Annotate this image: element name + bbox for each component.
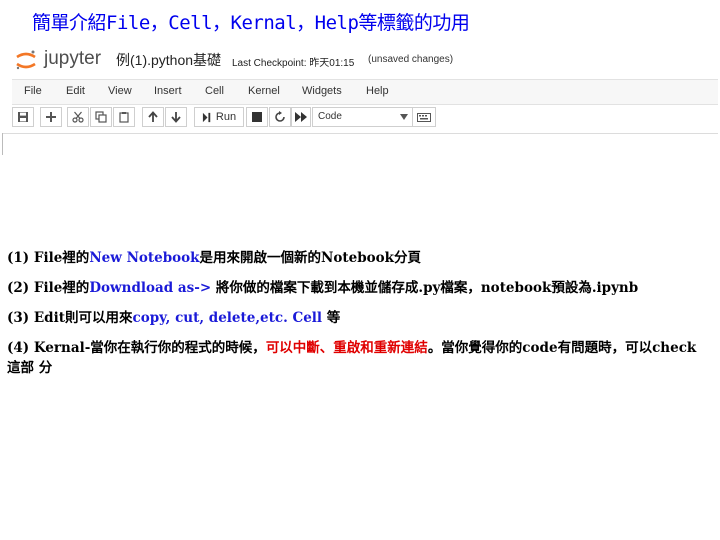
copy-icon bbox=[95, 111, 107, 123]
arrow-down-icon bbox=[171, 112, 181, 123]
paragraph-2-segment-3: 將你做的檔案下載到本機並儲存成.py檔案，notebook預設為.ipynb bbox=[211, 280, 639, 296]
plus-icon bbox=[46, 112, 56, 122]
keyboard-icon bbox=[417, 112, 431, 122]
jupyter-wordmark: jupyter bbox=[44, 48, 102, 69]
slide-title: 簡單介紹File，Cell，Kernal，Help等標籤的功用 bbox=[32, 12, 470, 34]
paragraph-2-segment-1: (2) File裡的 bbox=[7, 280, 90, 296]
run-all-button[interactable] bbox=[291, 107, 311, 127]
menu-insert[interactable]: Insert bbox=[154, 85, 182, 97]
paragraph-1-segment-3: 是用來開啟一個新的Notebook分頁 bbox=[199, 250, 422, 266]
paragraph-2: (2) File裡的Downdload as-> 將你做的檔案下載到本機並儲存成… bbox=[7, 278, 697, 298]
restart-icon bbox=[275, 111, 285, 122]
copy-button[interactable] bbox=[90, 107, 112, 127]
move-up-button[interactable] bbox=[142, 107, 164, 127]
notebook-divider bbox=[2, 133, 718, 134]
paragraph-4-segment-1: (4) Kernal-當你在執行你的程式的時候， bbox=[7, 340, 266, 356]
unsaved-status: (unsaved changes) bbox=[368, 54, 454, 65]
command-palette-button[interactable] bbox=[412, 107, 436, 127]
paragraph-3-segment-1: (3) Edit則可以用來 bbox=[7, 310, 133, 326]
menu-widgets[interactable]: Widgets bbox=[302, 85, 342, 97]
cell-type-value: Code bbox=[318, 111, 342, 122]
cut-icon bbox=[72, 111, 84, 123]
paragraph-3: (3) Edit則可以用來copy, cut, delete,etc. Cell… bbox=[7, 308, 697, 328]
move-down-button[interactable] bbox=[165, 107, 187, 127]
paragraph-1-segment-2: New Notebook bbox=[89, 250, 200, 266]
save-button[interactable] bbox=[12, 107, 34, 127]
menu-cell[interactable]: Cell bbox=[205, 85, 224, 97]
notebook-cell-edge bbox=[2, 133, 3, 155]
interrupt-button[interactable] bbox=[246, 107, 268, 127]
paragraph-3-segment-3: 等 bbox=[322, 310, 341, 326]
chevron-down-icon bbox=[400, 114, 408, 120]
menu-file[interactable]: File bbox=[24, 85, 42, 97]
cell-type-select[interactable]: Code bbox=[312, 107, 414, 127]
menu-bar: File Edit View Insert Cell Kernel Widget… bbox=[12, 79, 718, 105]
paste-icon bbox=[119, 112, 129, 123]
paragraph-4: (4) Kernal-當你在執行你的程式的時候，可以中斷、重啟和重新連結。當你覺… bbox=[7, 338, 697, 378]
run-icon bbox=[202, 112, 211, 122]
toolbar: Run Code bbox=[12, 105, 718, 131]
stop-icon bbox=[252, 112, 262, 122]
notebook-name[interactable]: 例(1).python基礎 bbox=[116, 50, 221, 70]
run-button[interactable]: Run bbox=[194, 107, 244, 127]
run-label: Run bbox=[215, 111, 237, 123]
restart-button[interactable] bbox=[269, 107, 291, 127]
menu-edit[interactable]: Edit bbox=[66, 85, 85, 97]
explanation-content: (1) File裡的New Notebook是用來開啟一個新的Notebook分… bbox=[7, 248, 697, 388]
paragraph-3-segment-2: copy, cut, delete,etc. Cell bbox=[132, 310, 323, 326]
paste-button[interactable] bbox=[113, 107, 135, 127]
paragraph-2-segment-2: Downdload as-> bbox=[89, 280, 212, 296]
jupyter-logo-icon[interactable] bbox=[14, 48, 38, 72]
menu-kernel[interactable]: Kernel bbox=[248, 85, 280, 97]
menu-view[interactable]: View bbox=[108, 85, 132, 97]
menu-help[interactable]: Help bbox=[366, 85, 389, 97]
arrow-up-icon bbox=[148, 111, 158, 122]
save-icon bbox=[18, 112, 28, 122]
add-cell-button[interactable] bbox=[40, 107, 62, 127]
jupyter-header: jupyter 例(1).python基礎 Last Checkpoint: 昨… bbox=[10, 44, 710, 74]
paragraph-4-segment-2: 可以中斷、重啟和重新連結 bbox=[265, 340, 428, 356]
paragraph-1-segment-1: (1) File裡的 bbox=[7, 250, 90, 266]
paragraph-1: (1) File裡的New Notebook是用來開啟一個新的Notebook分… bbox=[7, 248, 697, 268]
fast-forward-icon bbox=[295, 112, 307, 122]
cut-button[interactable] bbox=[67, 107, 89, 127]
checkpoint-status: Last Checkpoint: 昨天01:15 bbox=[232, 58, 355, 69]
